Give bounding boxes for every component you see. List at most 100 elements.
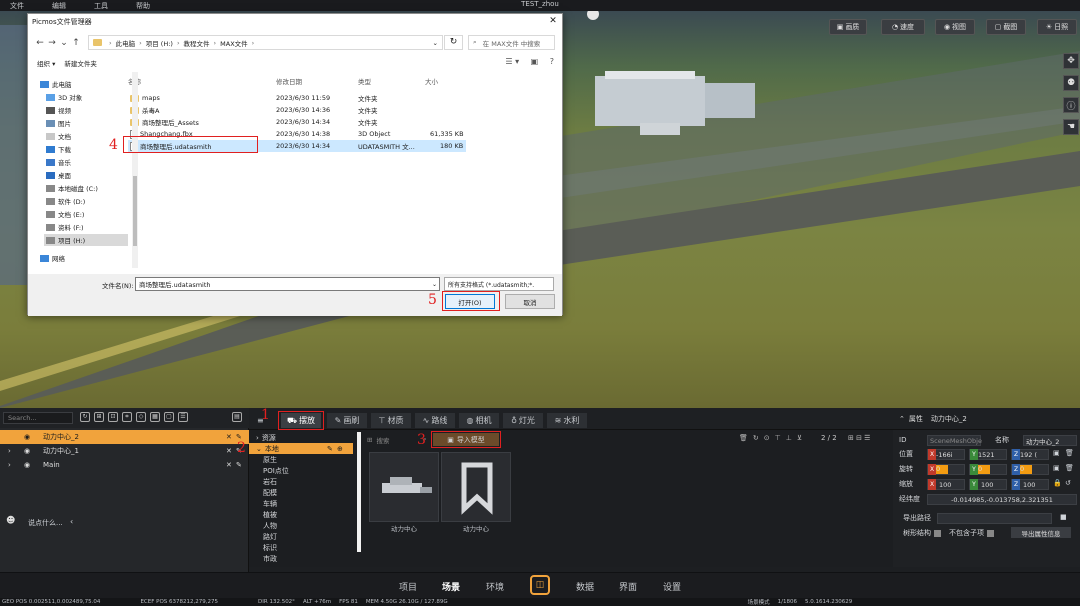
- panel-icon[interactable]: ▤: [232, 412, 242, 422]
- asset-thumbnail[interactable]: [369, 452, 439, 522]
- nav-ui[interactable]: 界面: [619, 580, 637, 593]
- category-item[interactable]: › 资源: [256, 432, 276, 443]
- chevron-down-icon[interactable]: ⌄: [58, 38, 70, 48]
- focus-icon[interactable]: ⊡: [108, 412, 118, 422]
- nav-settings[interactable]: 设置: [663, 580, 681, 593]
- nav-scrollbar[interactable]: [132, 72, 138, 268]
- nav-item-documents[interactable]: 文档: [46, 130, 71, 142]
- screenshot-button[interactable]: ▢ 截图: [986, 19, 1026, 35]
- nav-item-downloads[interactable]: 下载: [46, 143, 71, 155]
- nav-item-drive-c[interactable]: 本地磁盘 (C:): [46, 182, 98, 194]
- nav-item-3d[interactable]: 3D 对象: [46, 91, 82, 103]
- group-icon[interactable]: ▦: [150, 412, 160, 422]
- eye-icon[interactable]: ◉: [24, 447, 30, 455]
- copy-icon[interactable]: ▣: [1053, 449, 1060, 457]
- frame-icon[interactable]: ⌗: [122, 412, 132, 422]
- scale-x-field[interactable]: X 100: [927, 479, 965, 490]
- category-item[interactable]: 路灯: [263, 531, 277, 542]
- breadcrumb-item[interactable]: 此电脑: [116, 38, 136, 48]
- outliner-row[interactable]: › ◉ Main ✕ ✎: [0, 458, 249, 472]
- chevron-right-icon[interactable]: ›: [8, 461, 11, 469]
- collapse-icon[interactable]: ⌃: [899, 415, 905, 423]
- refresh-icon[interactable]: ↻: [80, 412, 90, 422]
- file-row[interactable]: 商场整理后_Assets 2023/6/30 14:34 文件夹: [128, 116, 466, 128]
- folder-icon[interactable]: ■: [1060, 513, 1067, 521]
- nav-item-pictures[interactable]: 图片: [46, 117, 71, 129]
- filename-input[interactable]: 商场整理后.udatasmith ⌄: [135, 277, 440, 291]
- id-field[interactable]: SceneMeshObje: [927, 435, 982, 446]
- column-date[interactable]: 修改日期: [276, 76, 302, 86]
- asset-toolbar-icons[interactable]: 🗑↻⊙⊤⊥⊻: [739, 434, 807, 442]
- category-item[interactable]: 植被: [263, 509, 277, 520]
- delete-icon[interactable]: 🗑: [1065, 464, 1074, 472]
- category-item[interactable]: 标识: [263, 542, 277, 553]
- pos-x-field[interactable]: X -166i: [927, 449, 965, 460]
- column-type[interactable]: 类型: [358, 76, 371, 86]
- tab-camera[interactable]: ◍ 相机: [459, 413, 499, 428]
- chevron-left-icon[interactable]: ‹: [70, 517, 73, 526]
- category-item[interactable]: 车辆: [263, 498, 277, 509]
- smile-icon[interactable]: ☻: [6, 516, 15, 526]
- eye-icon[interactable]: ◉: [24, 433, 30, 441]
- nav-item-network[interactable]: 网络: [40, 252, 65, 264]
- nav-item-music[interactable]: 音乐: [46, 156, 71, 168]
- no-children-checkbox[interactable]: [987, 529, 994, 537]
- add-icon[interactable]: ⊕: [337, 445, 343, 453]
- category-item[interactable]: 原生: [263, 454, 277, 465]
- scrollbar-thumb[interactable]: [133, 176, 137, 246]
- breadcrumb-item[interactable]: MAX文件: [220, 38, 248, 48]
- nav-scene[interactable]: 场景: [442, 580, 460, 593]
- close-icon[interactable]: ✕: [226, 447, 232, 455]
- app-logo-icon[interactable]: ◫: [530, 575, 550, 595]
- hand-tool-button[interactable]: ☚: [1063, 119, 1079, 135]
- delete-icon[interactable]: 🗑: [1065, 449, 1074, 457]
- breadcrumb-item[interactable]: 教程文件: [184, 38, 210, 48]
- nav-item-videos[interactable]: 视频: [46, 104, 71, 116]
- file-type-select[interactable]: 所有支持格式 (*.udatasmith;*.: [444, 277, 554, 291]
- pos-z-field[interactable]: Z 192 (: [1011, 449, 1049, 460]
- quality-button[interactable]: ▣ 画质: [829, 19, 867, 35]
- category-item-selected[interactable]: ⌄ 本地 ✎ ⊕: [249, 443, 353, 454]
- scale-z-field[interactable]: Z 100: [1011, 479, 1049, 490]
- edit-icon[interactable]: ✎: [236, 461, 242, 469]
- tree-checkbox[interactable]: [934, 529, 941, 537]
- nav-environment[interactable]: 环境: [486, 580, 504, 593]
- refresh-button[interactable]: ↻: [444, 35, 463, 50]
- category-item[interactable]: 岩石: [263, 476, 277, 487]
- view-button[interactable]: ◉ 视图: [935, 19, 975, 35]
- edit-icon[interactable]: ✎: [327, 445, 333, 453]
- new-folder-button[interactable]: 新建文件夹: [64, 58, 97, 68]
- copy-icon[interactable]: ▣: [1053, 464, 1060, 472]
- export-info-button[interactable]: 导出属性信息: [1011, 527, 1071, 538]
- name-field[interactable]: 动力中心_2: [1023, 435, 1077, 446]
- nav-item-this-pc[interactable]: 此电脑: [40, 78, 72, 90]
- square-icon[interactable]: ▢: [164, 412, 174, 422]
- outliner-row-selected[interactable]: ◉ 动力中心_2 ✕ ✎: [0, 430, 249, 444]
- walk-tool-button[interactable]: ⚉: [1063, 75, 1079, 91]
- asset-thumbnail[interactable]: [441, 452, 511, 522]
- nav-item-desktop[interactable]: 桌面: [46, 169, 71, 181]
- category-item[interactable]: 配模: [263, 487, 277, 498]
- move-tool-button[interactable]: ✥: [1063, 53, 1079, 69]
- search-input[interactable]: ⌕ 在 MAX文件 中搜索: [468, 35, 555, 50]
- chat-input[interactable]: 说点什么...: [28, 518, 63, 528]
- forward-icon[interactable]: →: [46, 38, 58, 48]
- speed-button[interactable]: ◔ 速度: [881, 19, 925, 35]
- nav-data[interactable]: 数据: [576, 580, 594, 593]
- info-tool-button[interactable]: ⓘ: [1063, 97, 1079, 113]
- lock-icon[interactable]: 🔒: [1053, 479, 1062, 487]
- category-item[interactable]: 人物: [263, 520, 277, 531]
- chevron-down-icon[interactable]: ⌄: [433, 39, 438, 47]
- outliner-search[interactable]: Search...: [3, 412, 73, 424]
- scale-y-field[interactable]: Y 100: [969, 479, 1007, 490]
- chevron-right-icon[interactable]: ›: [8, 447, 11, 455]
- breadcrumb-item[interactable]: 项目 (H:): [146, 38, 173, 48]
- sunlight-button[interactable]: ☀ 日照: [1037, 19, 1077, 35]
- file-row[interactable]: maps 2023/6/30 11:59 文件夹: [128, 92, 466, 104]
- close-button[interactable]: ✕: [544, 14, 562, 28]
- rot-y-field[interactable]: Y0: [969, 464, 1007, 475]
- rot-x-field[interactable]: X0: [927, 464, 965, 475]
- cancel-button[interactable]: 取消: [505, 294, 555, 309]
- tab-light[interactable]: ♁ 灯光: [503, 413, 543, 428]
- chevron-down-icon[interactable]: ⌄: [432, 281, 437, 288]
